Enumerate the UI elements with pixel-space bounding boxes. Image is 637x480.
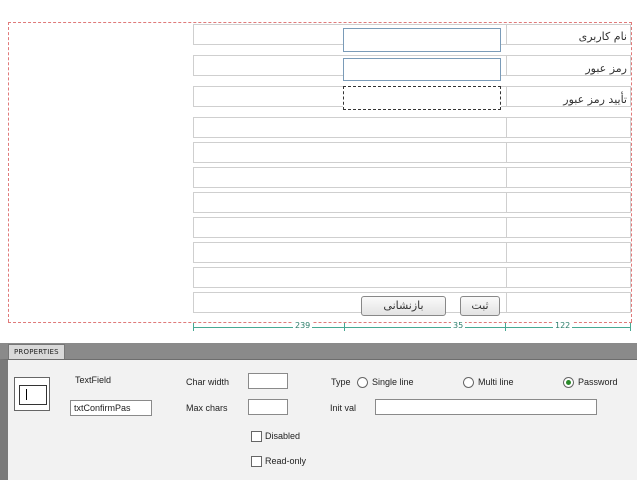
single-line-radio[interactable] bbox=[357, 377, 368, 388]
username-label: نام کاربری bbox=[578, 30, 627, 43]
readonly-checkbox[interactable] bbox=[251, 456, 262, 467]
page-guide-top bbox=[8, 22, 632, 23]
char-width-label: Char width bbox=[186, 377, 230, 387]
form-table[interactable]: نام کاربری رمز عبور تأیید رمز عبور بازنش… bbox=[193, 24, 631, 321]
init-val-label: Init val bbox=[330, 403, 357, 413]
ruler-label-left: 239 bbox=[293, 321, 313, 330]
readonly-label: Read-only bbox=[265, 456, 307, 466]
table-row[interactable] bbox=[193, 192, 631, 213]
password-label: رمز عبور bbox=[585, 62, 627, 75]
disabled-checkbox[interactable] bbox=[251, 431, 262, 442]
column-width-ruler: 239 35 122 bbox=[193, 321, 631, 335]
max-chars-input[interactable] bbox=[248, 399, 288, 415]
reset-button[interactable]: بازنشانی bbox=[361, 296, 446, 316]
char-width-input[interactable] bbox=[248, 373, 288, 389]
max-chars-label: Max chars bbox=[186, 403, 228, 413]
username-field[interactable] bbox=[343, 28, 501, 52]
type-label: Type bbox=[331, 377, 351, 387]
single-line-label: Single line bbox=[372, 377, 414, 387]
element-id-input[interactable]: txtConfirmPas bbox=[70, 400, 152, 416]
password-option-label: Password bbox=[578, 377, 618, 387]
disabled-label: Disabled bbox=[265, 431, 301, 441]
confirm-password-field[interactable] bbox=[343, 86, 501, 110]
ruler-label-right: 122 bbox=[553, 321, 573, 330]
properties-tab[interactable]: PROPERTIES bbox=[8, 344, 65, 360]
table-row[interactable] bbox=[193, 167, 631, 188]
submit-button[interactable]: ثبت bbox=[460, 296, 500, 316]
design-canvas[interactable]: نام کاربری رمز عبور تأیید رمز عبور بازنش… bbox=[0, 0, 637, 343]
table-row[interactable] bbox=[193, 142, 631, 163]
table-row[interactable] bbox=[193, 242, 631, 263]
multi-line-radio[interactable] bbox=[463, 377, 474, 388]
properties-header: PROPERTIES bbox=[0, 343, 637, 360]
init-val-input[interactable] bbox=[375, 399, 597, 415]
multi-line-label: Multi line bbox=[478, 377, 514, 387]
properties-panel: PROPERTIES TextField txtConfirmPas Char … bbox=[0, 343, 637, 480]
confirm-password-label: تأیید رمز عبور bbox=[563, 93, 627, 106]
table-row[interactable] bbox=[193, 117, 631, 138]
password-field[interactable] bbox=[343, 58, 501, 81]
element-type-label: TextField bbox=[75, 375, 112, 385]
ruler-label-middle: 35 bbox=[451, 321, 466, 330]
password-radio[interactable] bbox=[563, 377, 574, 388]
table-row[interactable] bbox=[193, 267, 631, 288]
page-guide-right bbox=[631, 22, 632, 322]
page-guide-left bbox=[8, 22, 9, 322]
table-row[interactable] bbox=[193, 217, 631, 238]
textfield-icon bbox=[14, 377, 50, 411]
